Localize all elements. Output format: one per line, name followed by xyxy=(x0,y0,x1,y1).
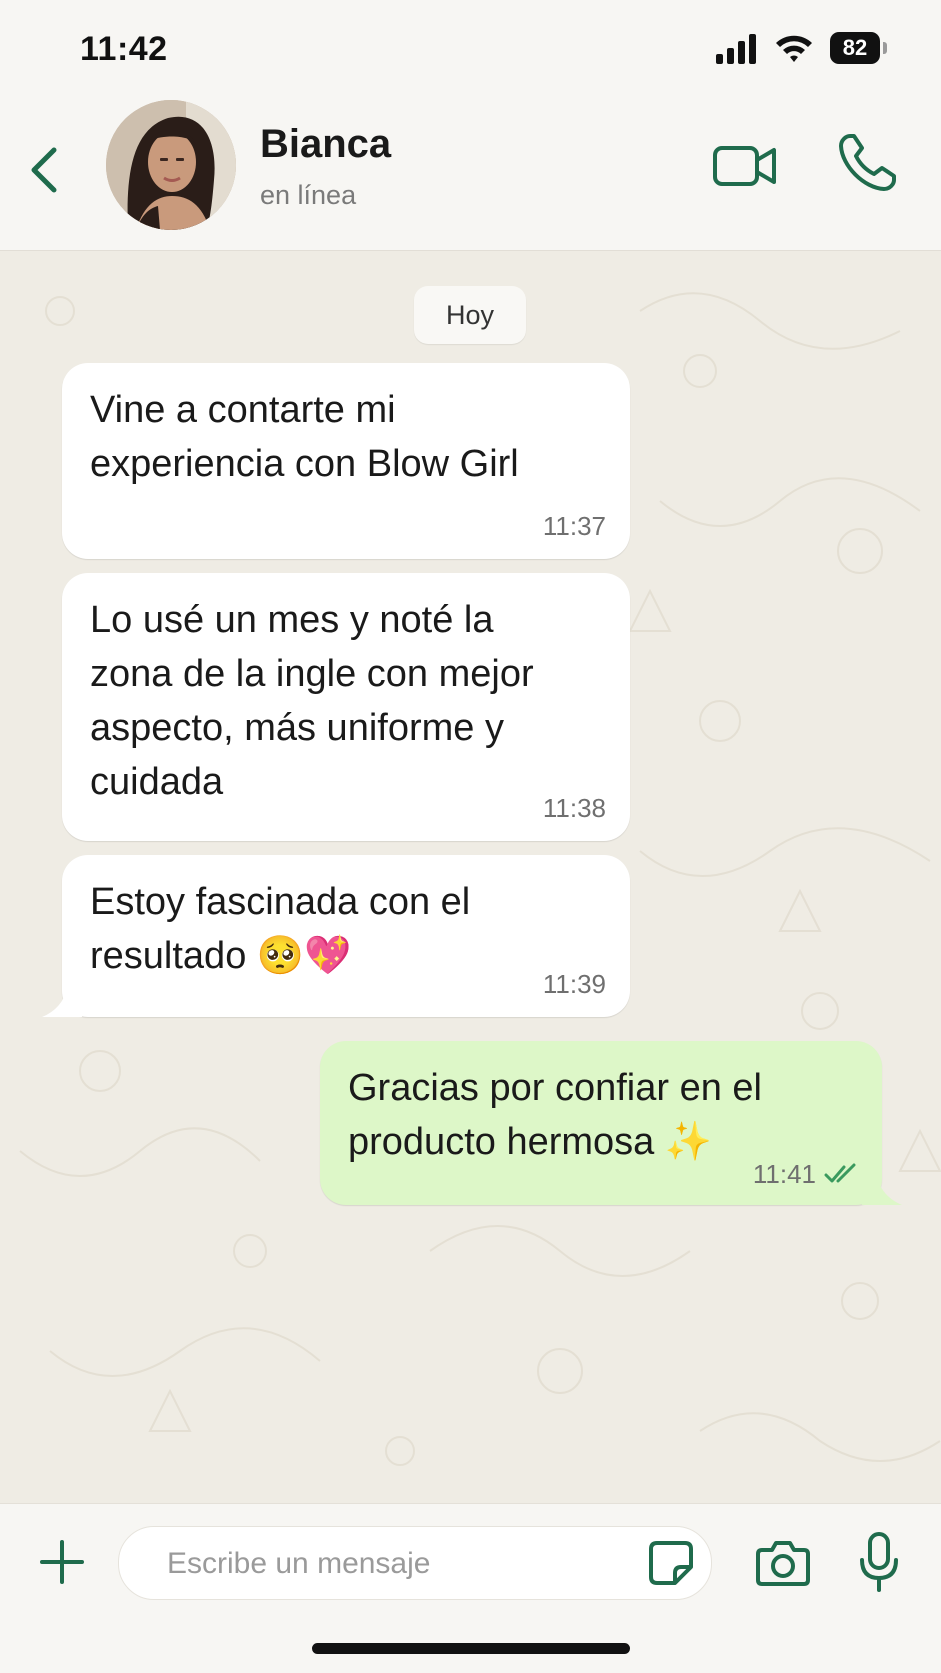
status-time: 11:42 xyxy=(80,30,168,68)
message-bubble-incoming[interactable]: Lo usé un mes y noté la zona de la ingle… xyxy=(62,573,630,841)
message-time: 11:37 xyxy=(542,511,606,541)
contact-status: en línea xyxy=(260,180,357,210)
date-separator: Hoy xyxy=(414,286,526,344)
microphone-icon[interactable] xyxy=(858,1532,900,1592)
video-call-icon[interactable] xyxy=(712,138,778,194)
message-input-container[interactable] xyxy=(118,1526,712,1600)
wifi-icon xyxy=(776,35,812,62)
message-bubble-incoming[interactable]: Estoy fascinada con el resultado 🥺💖 11:3… xyxy=(42,855,630,1017)
back-chevron-icon[interactable] xyxy=(24,140,64,200)
phone-icon[interactable] xyxy=(836,132,898,194)
home-indicator[interactable] xyxy=(312,1643,630,1654)
message-bubble-outgoing[interactable]: Gracias por confiar en el producto hermo… xyxy=(320,1041,902,1205)
battery-indicator: 82 xyxy=(830,32,888,66)
status-bar: 11:42 82 xyxy=(0,0,941,100)
message-list[interactable]: Hoy Vine a contarte mi experiencia con B… xyxy=(0,251,941,1503)
bubble-tail xyxy=(42,987,82,1017)
contact-name[interactable]: Bianca xyxy=(260,122,391,167)
message-text: Estoy fascinada con el resultado 🥺💖 xyxy=(90,881,471,977)
camera-icon[interactable] xyxy=(756,1538,810,1588)
message-bubble-incoming[interactable]: Vine a contarte mi experiencia con Blow … xyxy=(62,363,630,559)
double-check-icon xyxy=(824,1163,856,1183)
battery-level: 82 xyxy=(830,32,880,64)
message-text: Lo usé un mes y noté la zona de la ingle… xyxy=(90,599,534,803)
message-text: Vine a contarte mi experiencia con Blow … xyxy=(90,389,519,485)
chat-header: Bianca en línea xyxy=(0,100,941,251)
composer-bar xyxy=(0,1503,941,1673)
avatar[interactable] xyxy=(106,100,236,230)
message-time: 11:38 xyxy=(542,793,606,823)
plus-icon[interactable] xyxy=(38,1538,86,1586)
cellular-signal-icon xyxy=(716,34,756,64)
message-time: 11:41 xyxy=(752,1159,816,1189)
message-time: 11:39 xyxy=(542,969,606,999)
bubble-tail xyxy=(862,1175,902,1205)
sticker-icon[interactable] xyxy=(647,1539,695,1587)
message-input[interactable] xyxy=(165,1543,609,1585)
message-text: Gracias por confiar en el producto hermo… xyxy=(348,1067,762,1163)
